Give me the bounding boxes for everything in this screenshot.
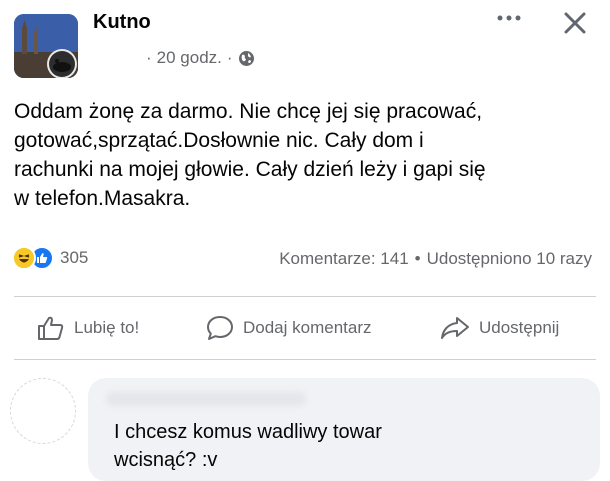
more-horizontal-icon[interactable] [495, 8, 523, 28]
comment-text-line: I chcesz komus wadliwy towar [114, 421, 382, 443]
divider [14, 359, 596, 360]
like-button-label: Lubię to! [74, 318, 140, 337]
post-text-line: Oddam żonę za darmo. Nie chcę jej się pr… [14, 100, 483, 123]
comment-text: I chcesz komus wadliwy towar wcisnąć? :v [114, 418, 382, 474]
post-actions: Lubię to! Dodaj komentarz Udostępnij [0, 300, 610, 356]
comment-bubble: I chcesz komus wadliwy towar wcisnąć? :v [88, 378, 600, 481]
post-text-line: w telefon.Masakra. [14, 187, 191, 210]
close-icon[interactable] [560, 8, 590, 38]
comment-item: I chcesz komus wadliwy towar wcisnąć? :v [0, 368, 610, 481]
like-button[interactable]: Lubię to! [37, 300, 139, 356]
meta-separator: · [146, 48, 152, 67]
avatar-image [14, 14, 78, 78]
comment-button-label: Dodaj komentarz [243, 318, 372, 337]
commenter-name-redacted [106, 392, 306, 406]
post-text-line: gotować,sprzątać.Dosłownie nic. Cały dom… [14, 129, 424, 152]
reactions-summary[interactable]: 305 [12, 246, 88, 270]
post-header: Kutno · 20 godz. · [0, 0, 610, 90]
comment-button[interactable]: Dodaj komentarz [206, 300, 372, 356]
reaction-count: 305 [60, 248, 89, 267]
post-meta: · 20 godz. · [146, 48, 255, 68]
page-name[interactable]: Kutno [93, 11, 151, 34]
stats-counts: Komentarze: 141 • Udostępniono 10 razy [279, 249, 592, 269]
globe-icon [238, 50, 255, 67]
thumbs-up-icon [38, 316, 64, 340]
shares-count-link[interactable]: Udostępniono 10 razy [427, 249, 592, 269]
comment-text-line: wcisnąć? :v [114, 449, 218, 471]
meta-separator-2: · [226, 48, 233, 67]
haha-reaction-icon [12, 246, 36, 270]
comments-count-link[interactable]: Komentarze: 141 [279, 249, 408, 269]
share-button-label: Udostępnij [479, 318, 560, 337]
post-time[interactable]: 20 godz. [157, 48, 222, 68]
post-text-line: rachunki na mojej głowie. Cały dzień leż… [14, 158, 486, 181]
stats-separator: • [414, 249, 421, 268]
divider [14, 296, 596, 297]
post-stats: 305 Komentarze: 141 • Udostępniono 10 ra… [0, 240, 610, 276]
commenter-avatar[interactable] [10, 378, 76, 444]
speech-bubble-icon [207, 316, 233, 340]
page-avatar[interactable] [14, 14, 78, 78]
share-button[interactable]: Udostępnij [440, 300, 559, 356]
share-arrow-icon [441, 317, 469, 339]
post-text: Oddam żonę za darmo. Nie chcę jej się pr… [14, 97, 599, 213]
